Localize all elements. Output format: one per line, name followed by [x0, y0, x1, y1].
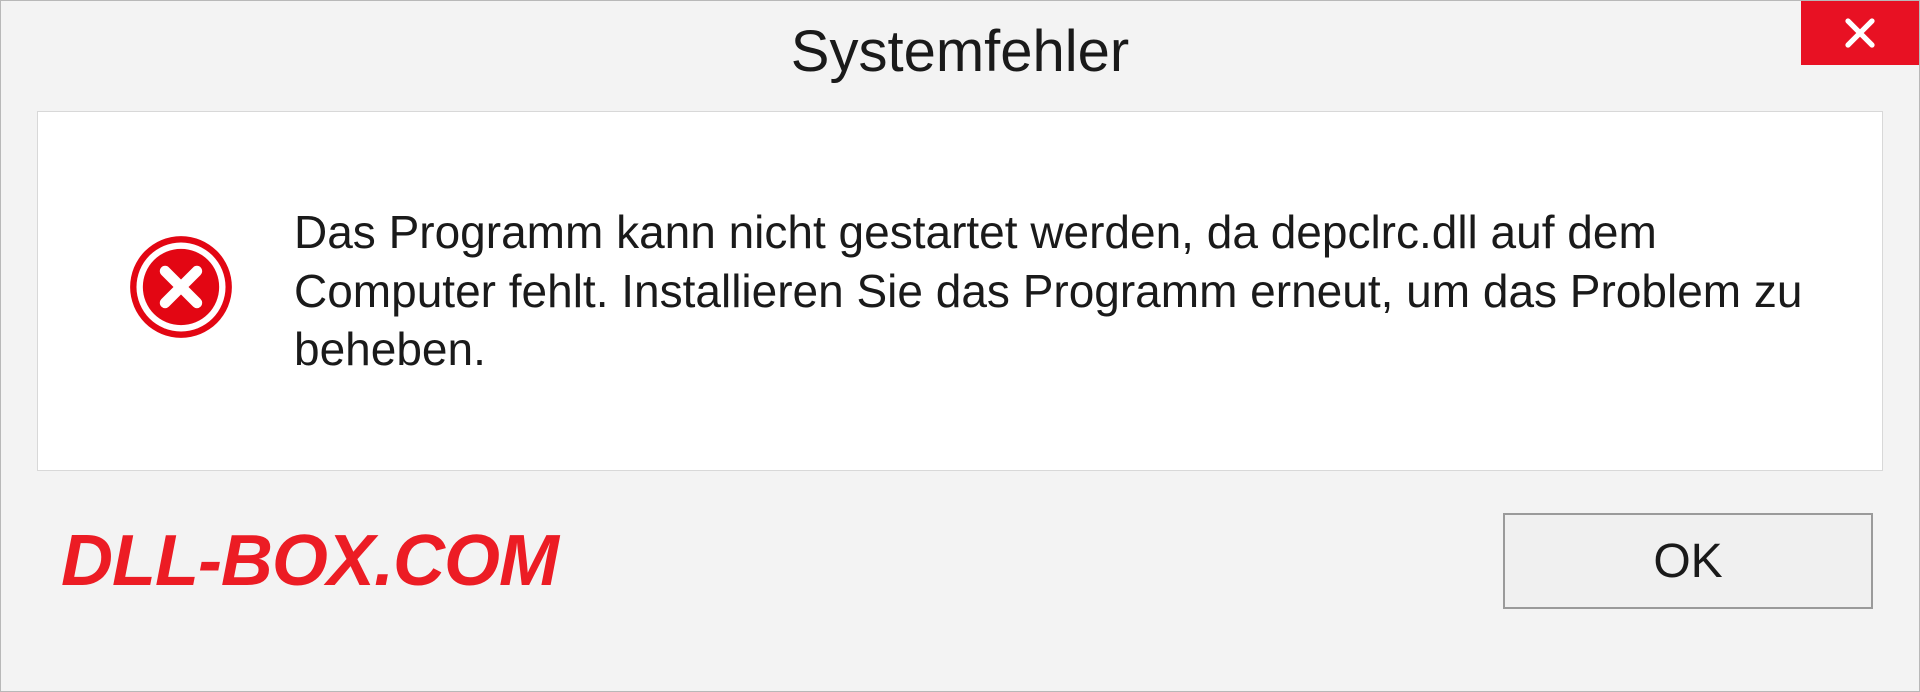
- error-icon: [128, 234, 234, 340]
- ok-button[interactable]: OK: [1503, 513, 1873, 609]
- close-button[interactable]: [1801, 1, 1919, 65]
- error-message: Das Programm kann nicht gestartet werden…: [294, 203, 1822, 380]
- content-panel: Das Programm kann nicht gestartet werden…: [37, 111, 1883, 471]
- dialog-footer: DLL-BOX.COM OK: [1, 471, 1919, 651]
- close-icon: [1842, 15, 1878, 51]
- titlebar: Systemfehler: [1, 1, 1919, 101]
- ok-button-label: OK: [1653, 534, 1722, 589]
- dialog-title: Systemfehler: [791, 18, 1129, 85]
- error-dialog: Systemfehler Das Programm kann nicht ges…: [0, 0, 1920, 692]
- watermark-text: DLL-BOX.COM: [61, 520, 558, 602]
